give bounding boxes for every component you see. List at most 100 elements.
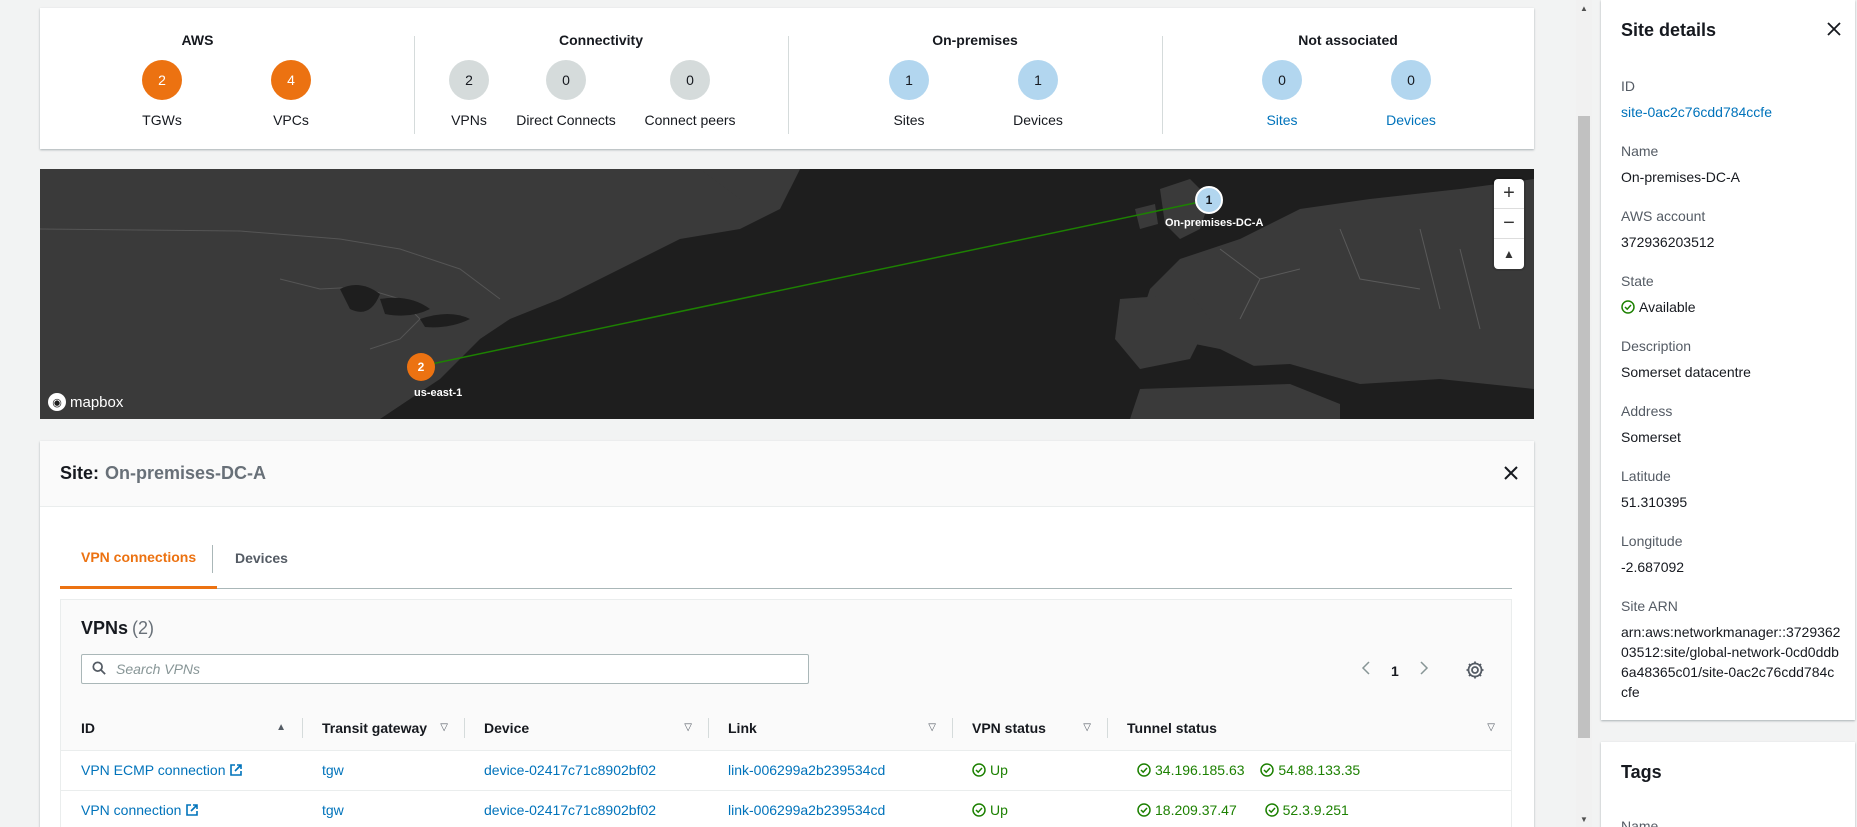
vpn-id-link[interactable]: VPN ECMP connection xyxy=(81,762,243,778)
stat-direct-connects[interactable]: 0 Direct Connects xyxy=(501,60,631,128)
field-latitude: Latitude 51.310395 xyxy=(1621,468,1688,510)
tgw-link[interactable]: tgw xyxy=(322,802,344,818)
vpns-table: ID ▲ Transit gateway ▽ Device ▽ Link ▽ VPN s… xyxy=(61,706,1511,827)
vpn-status: Up xyxy=(952,750,1107,791)
vpns-title: VPNs (2) xyxy=(81,618,154,639)
current-page[interactable]: 1 xyxy=(1391,663,1399,679)
network-map[interactable]: 1 On-premises-DC-A 2 us-east-1 + − ▲ ◉ m… xyxy=(40,169,1534,419)
external-link-icon xyxy=(186,804,199,816)
site-id-link[interactable]: site-0ac2c76cdd784ccfe xyxy=(1621,102,1841,122)
sort-icon: ▽ xyxy=(1487,722,1495,733)
count-badge: 2 xyxy=(142,60,182,100)
tags-panel: Tags Name xyxy=(1601,742,1855,827)
status-success-icon xyxy=(1264,803,1279,817)
stat-label: Devices xyxy=(1013,112,1063,128)
map-land xyxy=(40,169,1534,419)
column-header-device[interactable]: Device ▽ xyxy=(464,706,708,751)
mapbox-wordmark: mapbox xyxy=(70,393,124,411)
stat-link[interactable]: Sites xyxy=(1217,112,1347,128)
zoom-out-button[interactable]: − xyxy=(1494,209,1524,239)
status-success-icon xyxy=(972,803,986,817)
vpn-id-link[interactable]: VPN connection xyxy=(81,802,199,818)
count-badge: 0 xyxy=(546,60,586,100)
status-success-icon xyxy=(1137,763,1151,777)
column-divider xyxy=(1107,718,1108,738)
scroll-thumb[interactable] xyxy=(1578,116,1590,738)
count-badge: 0 xyxy=(1391,60,1431,100)
column-header-link[interactable]: Link ▽ xyxy=(708,706,952,751)
column-divider xyxy=(302,718,303,738)
tunnel-status: 34.196.185.63 54.88.133.35 xyxy=(1107,750,1511,791)
stat-label: VPCs xyxy=(273,112,309,128)
stat-unassociated-devices[interactable]: 0 Devices xyxy=(1346,60,1476,128)
tgw-link[interactable]: tgw xyxy=(322,762,344,778)
vpn-search xyxy=(81,654,809,684)
stat-tgws[interactable]: 2 TGWs xyxy=(97,60,227,128)
zoom-in-button[interactable]: + xyxy=(1494,179,1524,209)
search-input[interactable] xyxy=(116,659,796,679)
device-link[interactable]: device-02417c71c8902bf02 xyxy=(484,762,656,778)
previous-page-button[interactable] xyxy=(1361,660,1371,681)
column-label: Device xyxy=(484,719,530,736)
zoom-controls: + − ▲ xyxy=(1494,179,1524,269)
close-details-button[interactable] xyxy=(1827,22,1841,39)
tags-title: Tags xyxy=(1621,762,1662,782)
region-marker-label: us-east-1 xyxy=(414,387,463,399)
site-panel: Site: On-premises-DC-A VPN connections De… xyxy=(40,441,1534,827)
tunnel-ip: 54.88.133.35 xyxy=(1278,762,1361,778)
summary-group-on-premises: On-premises 1 Sites 1 Devices xyxy=(788,8,1162,149)
main-scrollbar[interactable]: ▲ ▼ xyxy=(1576,0,1592,827)
stat-label: Direct Connects xyxy=(516,112,616,128)
chevron-left-icon xyxy=(1361,661,1370,675)
tab-separator xyxy=(212,545,213,573)
site-marker[interactable]: 1 xyxy=(1195,186,1223,214)
tunnel-ip: 18.209.37.47 xyxy=(1155,802,1237,818)
sort-icon: ▽ xyxy=(928,722,936,733)
next-page-button[interactable] xyxy=(1419,660,1429,681)
column-header-vpn-status[interactable]: VPN status ▽ xyxy=(952,706,1107,751)
stat-connect-peers[interactable]: 0 Connect peers xyxy=(625,60,755,128)
link-link[interactable]: link-006299a2b239534cd xyxy=(728,802,885,818)
tab-devices[interactable]: Devices xyxy=(214,527,309,589)
sort-icon: ▽ xyxy=(684,722,692,733)
status-success-icon xyxy=(1621,300,1635,314)
link-link[interactable]: link-006299a2b239534cd xyxy=(728,762,885,778)
search-icon xyxy=(92,661,106,675)
field-longitude: Longitude -2.687092 xyxy=(1621,533,1685,575)
field-description: Description Somerset datacentre xyxy=(1621,338,1751,380)
stat-vpcs[interactable]: 4 VPCs xyxy=(226,60,356,128)
tab-vpn-connections[interactable]: VPN connections xyxy=(60,527,218,589)
column-divider xyxy=(708,718,709,738)
summary-group-aws: AWS 2 TGWs 4 VPCs xyxy=(40,8,355,149)
external-link-icon xyxy=(230,764,243,776)
group-title: Connectivity xyxy=(558,32,643,48)
sort-icon: ▽ xyxy=(440,722,448,733)
mapbox-attribution[interactable]: ◉ mapbox xyxy=(48,393,123,411)
compass-button[interactable]: ▲ xyxy=(1494,239,1524,269)
stat-label: Connect peers xyxy=(644,112,736,128)
column-label: Transit gateway xyxy=(322,719,428,736)
site-label: Site: xyxy=(60,463,100,483)
column-header-transit-gateway[interactable]: Transit gateway ▽ xyxy=(302,706,464,751)
site-panel-header: Site: On-premises-DC-A xyxy=(40,441,1534,507)
site-marker-label: On-premises-DC-A xyxy=(1165,217,1264,229)
column-header-id[interactable]: ID ▲ xyxy=(61,706,302,751)
region-marker[interactable]: 2 xyxy=(407,353,435,381)
gear-icon[interactable] xyxy=(1465,660,1485,680)
stat-link[interactable]: Devices xyxy=(1346,112,1476,128)
stat-sites[interactable]: 1 Sites xyxy=(844,60,974,128)
site-panel-title: Site: On-premises-DC-A xyxy=(60,463,266,484)
scroll-down-icon[interactable]: ▼ xyxy=(1576,811,1592,827)
stat-unassociated-sites[interactable]: 0 Sites xyxy=(1217,60,1347,128)
count-badge: 4 xyxy=(271,60,311,100)
device-link[interactable]: device-02417c71c8902bf02 xyxy=(484,802,656,818)
stat-label: Sites xyxy=(893,112,925,128)
summary-group-connectivity: Connectivity 2 VPNs 0 Direct Connects 0 … xyxy=(414,8,788,149)
column-header-tunnel-status[interactable]: Tunnel status ▽ xyxy=(1107,706,1511,751)
status-success-icon xyxy=(1260,763,1275,777)
site-tabs: VPN connections Devices xyxy=(60,527,1512,589)
close-site-panel-button[interactable] xyxy=(1503,463,1519,485)
stat-label: TGWs xyxy=(142,112,182,128)
scroll-up-icon[interactable]: ▲ xyxy=(1576,0,1592,16)
stat-devices[interactable]: 1 Devices xyxy=(973,60,1103,128)
